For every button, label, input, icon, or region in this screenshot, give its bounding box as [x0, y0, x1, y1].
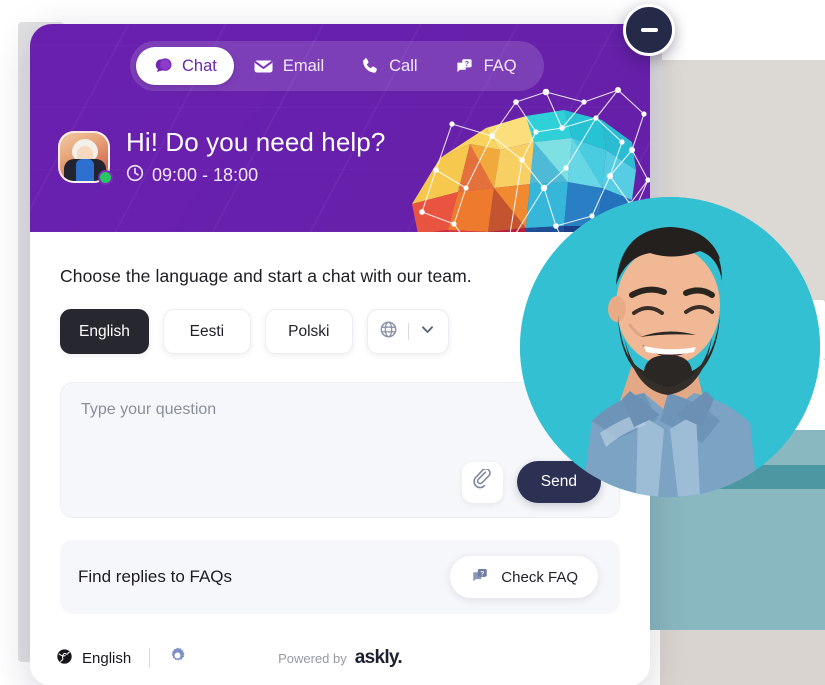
language-option-eesti[interactable]: Eesti	[162, 309, 251, 354]
minimize-button[interactable]	[623, 4, 675, 56]
check-faq-label: Check FAQ	[501, 568, 578, 586]
askly-logo: askly.	[354, 647, 403, 668]
widget-header: Chat Email Call ? FAQ Hi! Do you need he…	[30, 24, 650, 232]
globe-icon	[379, 320, 398, 344]
send-button-label: Send	[540, 473, 577, 490]
tab-email[interactable]: Email	[236, 47, 341, 85]
working-hours-text: 09:00 - 18:00	[152, 164, 259, 185]
tab-faq[interactable]: ? FAQ	[437, 47, 534, 85]
tab-call[interactable]: Call	[343, 47, 434, 85]
screenshot-root: Chat Email Call ? FAQ Hi! Do you need he…	[0, 0, 825, 685]
envelope-icon	[253, 56, 274, 76]
tab-chat[interactable]: Chat	[136, 47, 234, 85]
person-photo	[520, 197, 820, 497]
gear-icon	[168, 646, 187, 670]
language-option-label: Polski	[288, 322, 330, 340]
settings-button[interactable]	[168, 646, 187, 670]
greeting-row: Hi! Do you need help? 09:00 - 18:00	[58, 127, 386, 187]
language-option-polski[interactable]: Polski	[264, 309, 353, 354]
greeting-title: Hi! Do you need help?	[126, 127, 386, 157]
language-option-label: English	[79, 322, 130, 340]
footer-divider	[149, 648, 151, 668]
dropdown-divider	[408, 323, 410, 340]
phone-icon	[360, 56, 380, 76]
tab-call-label: Call	[389, 56, 418, 75]
tab-email-label: Email	[282, 56, 325, 75]
widget-footer: English Powered by askly.	[30, 630, 650, 685]
online-status-dot	[98, 170, 113, 186]
check-faq-button[interactable]: ? Check FAQ	[450, 556, 598, 598]
powered-by: Powered by askly.	[278, 647, 403, 669]
clock-icon	[126, 164, 144, 187]
attach-file-button[interactable]	[461, 461, 503, 503]
tab-chat-label: Chat	[182, 56, 217, 75]
powered-by-text: Powered by	[278, 651, 347, 666]
more-languages-dropdown[interactable]	[366, 309, 449, 354]
faq-cards-icon: ?	[454, 56, 475, 76]
paperclip-icon	[472, 468, 493, 495]
faq-strip: Find replies to FAQs ? Check FAQ	[60, 540, 620, 614]
minimize-icon	[640, 27, 658, 33]
tab-faq-label: FAQ	[483, 56, 517, 75]
chevron-down-icon	[419, 321, 436, 343]
faq-cards-icon: ?	[470, 566, 490, 589]
svg-text:?: ?	[481, 570, 485, 577]
background-panel-beige-bottom	[660, 630, 825, 685]
message-input-placeholder: Type your question	[81, 401, 217, 418]
svg-text:?: ?	[464, 61, 468, 68]
footer-language-label: English	[82, 649, 132, 667]
globe-icon	[56, 648, 73, 669]
person-photo-circle	[520, 197, 820, 497]
avatar	[58, 131, 113, 186]
footer-language-switch[interactable]: English	[56, 648, 131, 669]
language-option-english[interactable]: English	[60, 309, 149, 354]
channel-tabbar: Chat Email Call ? FAQ	[130, 41, 544, 91]
faq-strip-text: Find replies to FAQs	[78, 567, 233, 586]
working-hours: 09:00 - 18:00	[126, 164, 385, 187]
language-option-label: Eesti	[189, 322, 225, 340]
chat-bubble-icon	[153, 56, 173, 76]
